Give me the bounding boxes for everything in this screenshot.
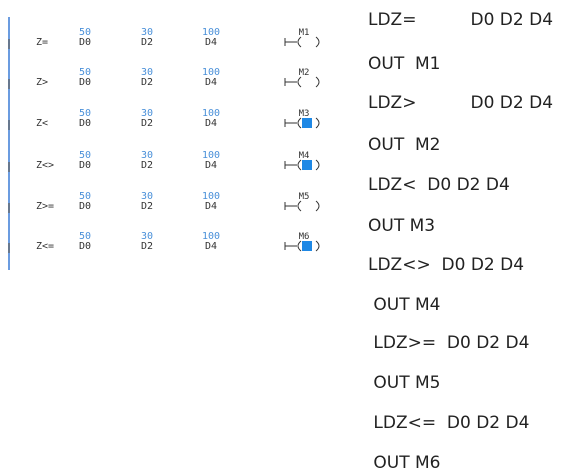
instruction-line: LDZ<= D0 D2 D4 — [368, 413, 530, 433]
operand-register: D4 — [205, 77, 217, 88]
operand-register: D0 — [79, 160, 91, 171]
coil-label: M4 — [299, 151, 310, 161]
operand-register: D4 — [205, 37, 217, 48]
operand-register: D2 — [141, 241, 153, 252]
instruction-line: LDZ= D0 D2 D4 — [368, 10, 554, 30]
coil-left-bracket — [297, 200, 302, 212]
instruction-line: LDZ< D0 D2 D4 — [368, 175, 510, 195]
coil-right-bracket — [315, 200, 320, 212]
operand-register: D0 — [79, 77, 91, 88]
coil-right-bracket — [315, 36, 320, 48]
instruction-line: OUT M5 — [368, 373, 441, 393]
operand-register: D2 — [141, 160, 153, 171]
coil-left-bracket — [297, 159, 302, 171]
compare-operator: Z<> — [36, 160, 54, 171]
coil-left-bracket — [297, 240, 302, 252]
operand-register: D0 — [79, 201, 91, 212]
compare-operator: Z>= — [36, 201, 54, 212]
coil-active-indicator — [302, 118, 312, 128]
instruction-line: OUT M3 — [368, 216, 436, 236]
operand-register: D2 — [141, 77, 153, 88]
compare-operator: Z= — [36, 37, 48, 48]
instruction-line: LDZ<> D0 D2 D4 — [368, 255, 525, 275]
compare-operator: Z< — [36, 118, 48, 129]
coil-label: M2 — [299, 68, 310, 78]
coil-right-bracket — [315, 240, 320, 252]
coil-label: M6 — [299, 232, 310, 242]
operand-register: D4 — [205, 241, 217, 252]
operand-register: D0 — [79, 118, 91, 129]
coil-label: M3 — [299, 109, 310, 119]
coil-left-bracket — [297, 117, 302, 129]
instruction-line: LDZ>= D0 D2 D4 — [368, 333, 530, 353]
operand-register: D2 — [141, 201, 153, 212]
instruction-line: OUT M1 — [368, 54, 441, 74]
instruction-line: OUT M6 — [368, 453, 441, 473]
operand-register: D4 — [205, 201, 217, 212]
compare-operator: Z> — [36, 77, 48, 88]
coil-label: M5 — [299, 192, 310, 202]
coil-left-bracket — [297, 76, 302, 88]
operand-register: D0 — [79, 241, 91, 252]
operand-register: D4 — [205, 160, 217, 171]
coil-right-bracket — [315, 117, 320, 129]
coil-right-bracket — [315, 76, 320, 88]
operand-register: D2 — [141, 118, 153, 129]
coil-label: M1 — [299, 28, 310, 38]
coil-active-indicator — [302, 241, 312, 251]
coil-right-bracket — [315, 159, 320, 171]
ladder-diagram: Z=50D030D2100D4M1Z>50D030D2100D4M2Z<50D0… — [8, 17, 320, 270]
operand-register: D4 — [205, 118, 217, 129]
operand-register: D2 — [141, 37, 153, 48]
operand-register: D0 — [79, 37, 91, 48]
coil-active-indicator — [302, 160, 312, 170]
instruction-line: OUT M4 — [368, 295, 441, 315]
compare-operator: Z<= — [36, 241, 54, 252]
coil-left-bracket — [297, 36, 302, 48]
instruction-line: OUT M2 — [368, 135, 441, 155]
instruction-line: LDZ> D0 D2 D4 — [368, 93, 554, 113]
